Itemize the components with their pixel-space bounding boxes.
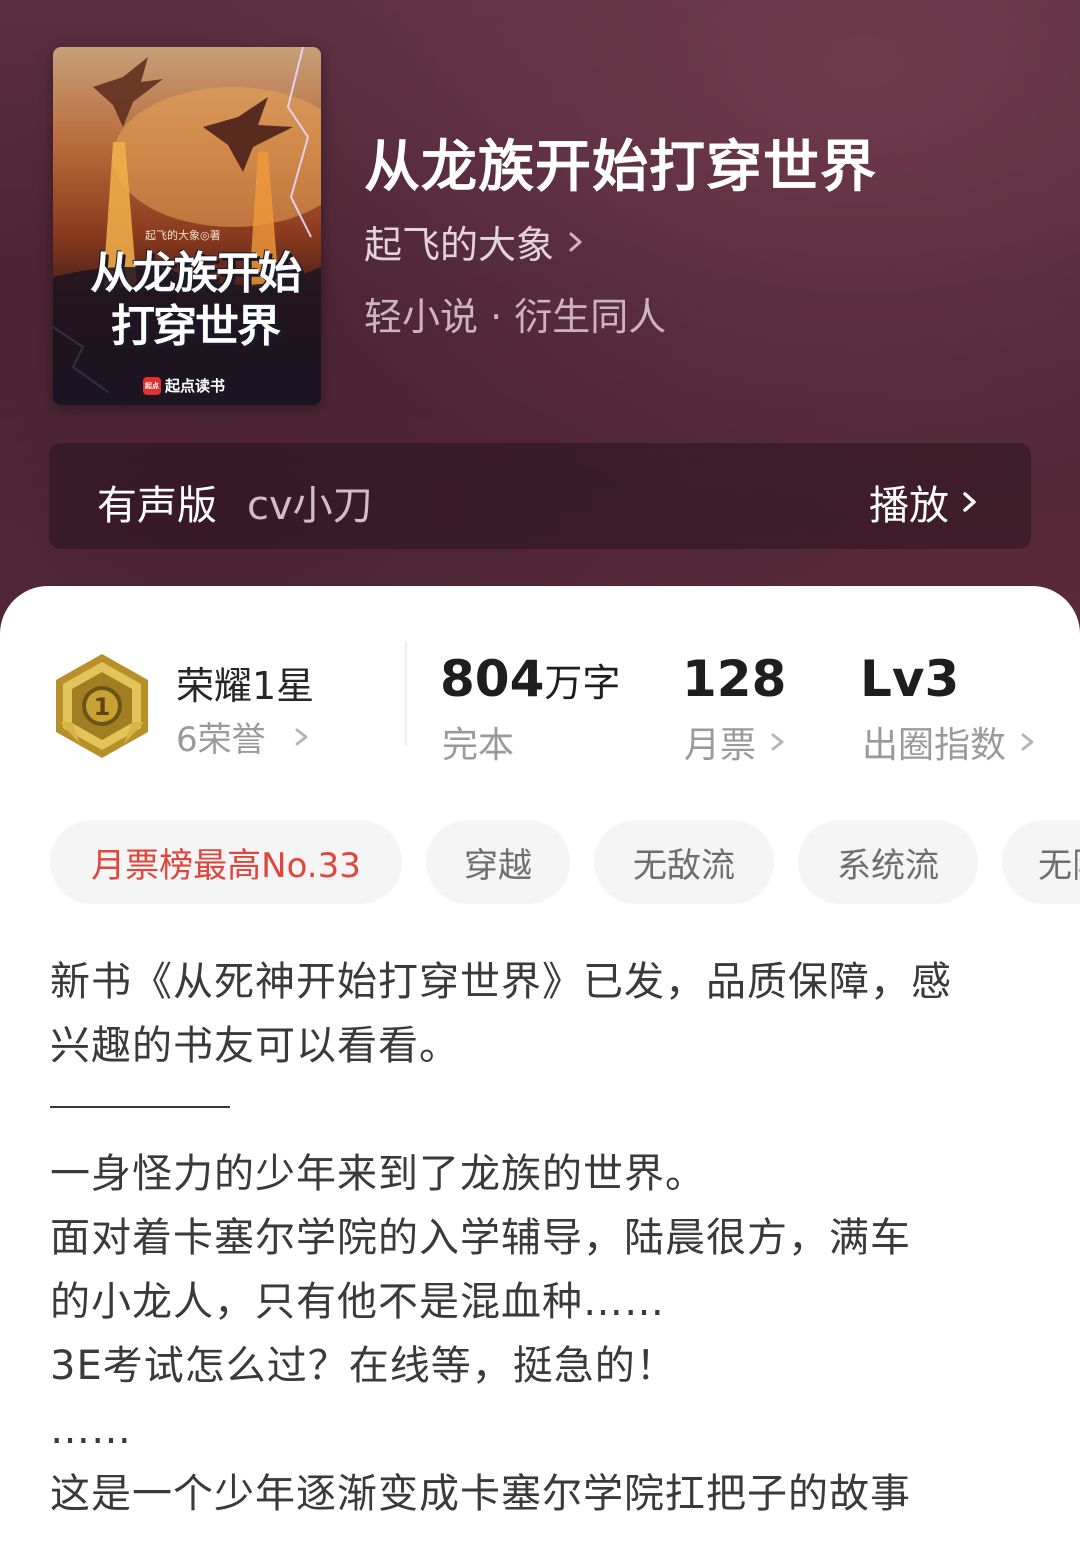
book-header: 起飞的大象◎著 从龙族开始 打穿世界 起点 起点读书 从龙族开始打穿世界 起飞的… bbox=[0, 0, 1080, 640]
tag-item[interactable]: 系统流 bbox=[798, 820, 978, 904]
honor-title[interactable]: 荣耀1星 bbox=[176, 655, 314, 710]
description-line: …… bbox=[50, 1407, 132, 1453]
cover-title-line1: 从龙族开始 bbox=[90, 248, 302, 299]
description-line: 3E考试怎么过？在线等，挺急的！ bbox=[50, 1343, 677, 1389]
chevron-right-icon bbox=[1021, 733, 1034, 751]
chevron-right-icon bbox=[963, 492, 976, 512]
author-name: 起飞的大象 bbox=[364, 223, 555, 267]
description-line: 面对着卡塞尔学院的入学辅导，陆晨很方，满车 bbox=[50, 1215, 911, 1261]
monthly-votes-label: 月票 bbox=[684, 725, 757, 766]
audiobook-label: 有声版 bbox=[97, 483, 217, 529]
author-link[interactable]: 起飞的大象 bbox=[364, 214, 586, 269]
description-line: 新书《从死神开始打穿世界》已发，品质保障，感 bbox=[50, 959, 952, 1005]
monthly-votes-value: 128 bbox=[682, 650, 787, 708]
description-divider bbox=[50, 1078, 1040, 1142]
completion-status-label: 完本 bbox=[442, 725, 515, 766]
description-line: 一身怪力的少年来到了龙族的世界。 bbox=[50, 1151, 706, 1197]
cover-author-credit: 起飞的大象◎著 bbox=[145, 229, 221, 242]
word-count-value: 804万字 bbox=[440, 650, 620, 708]
completion-status: 完本 bbox=[442, 716, 514, 768]
description-line: 兴趣的书友可以看看。 bbox=[50, 1023, 460, 1069]
tag-item[interactable]: 无限流 bbox=[1002, 820, 1080, 904]
description-line: 这是一个少年逐渐变成卡塞尔学院扛把子的故事 bbox=[50, 1471, 911, 1517]
tag-ranking[interactable]: 月票榜最高No.33 bbox=[50, 820, 402, 904]
brand-logo-icon: 起点 bbox=[143, 376, 161, 395]
tag-list: 月票榜最高No.33 穿越 无敌流 系统流 无限流 bbox=[50, 820, 1080, 904]
cover-brand-label: 起点读书 bbox=[165, 377, 226, 395]
book-description[interactable]: 新书《从死神开始打穿世界》已发，品质保障，感 兴趣的书友可以看看。 一身怪力的少… bbox=[50, 950, 1040, 1526]
popularity-index-link[interactable]: 出圈指数 bbox=[862, 716, 1036, 768]
book-title: 从龙族开始打穿世界 bbox=[364, 134, 877, 200]
honor-count-link[interactable]: 6荣誉 bbox=[176, 712, 310, 761]
word-count-number: 804 bbox=[440, 650, 545, 708]
chevron-right-icon bbox=[569, 232, 582, 251]
audiobook-bar[interactable]: 有声版 cv小刀 播放 bbox=[49, 443, 1031, 549]
monthly-votes-link[interactable]: 月票 bbox=[684, 716, 786, 768]
chevron-right-icon bbox=[771, 733, 784, 751]
tag-item[interactable]: 穿越 bbox=[426, 820, 570, 904]
tag-item[interactable]: 无敌流 bbox=[594, 820, 774, 904]
play-label: 播放 bbox=[869, 483, 949, 529]
honor-count: 6荣誉 bbox=[176, 720, 266, 760]
svg-text:1: 1 bbox=[94, 693, 111, 721]
honor-badge-icon[interactable]: 1 bbox=[52, 652, 152, 760]
cover-title-line2: 打穿世界 bbox=[111, 301, 281, 352]
cover-brand: 起点 起点读书 bbox=[143, 375, 225, 396]
description-line: 的小龙人，只有他不是混血种…… bbox=[50, 1279, 665, 1325]
audiobook-narrator: cv小刀 bbox=[247, 483, 373, 529]
popularity-level-value: Lv3 bbox=[860, 650, 960, 708]
book-category: 轻小说 · 衍生同人 bbox=[364, 295, 667, 339]
stats-divider bbox=[405, 642, 407, 746]
popularity-index-label: 出圈指数 bbox=[862, 725, 1007, 766]
play-button[interactable]: 播放 bbox=[869, 473, 979, 531]
word-count-unit: 万字 bbox=[544, 661, 621, 705]
chevron-right-icon bbox=[295, 728, 308, 745]
book-cover[interactable]: 起飞的大象◎著 从龙族开始 打穿世界 起点 起点读书 bbox=[53, 47, 321, 405]
